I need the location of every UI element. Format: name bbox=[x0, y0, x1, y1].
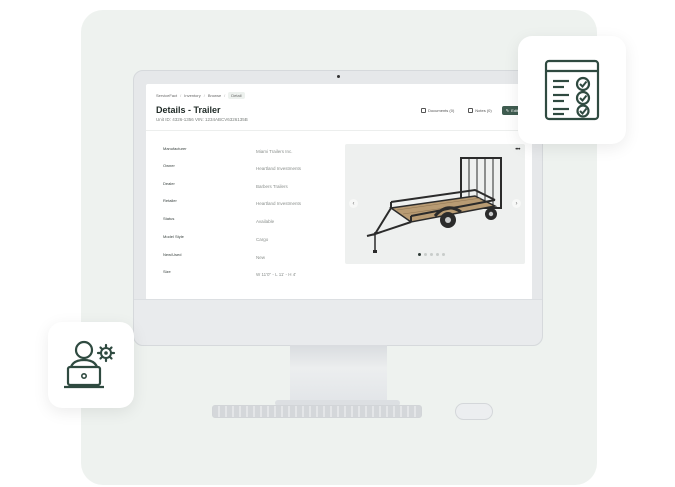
gallery-dot[interactable] bbox=[418, 253, 421, 256]
field-value-status: Available bbox=[256, 219, 275, 224]
documents-button[interactable]: Documents (0) bbox=[417, 106, 458, 115]
monitor: ServiceFact / Inventory / Browse / Detai… bbox=[133, 70, 543, 346]
field-value-new-used: New bbox=[256, 255, 266, 260]
edit-label: Edit bbox=[511, 108, 518, 113]
breadcrumb-current: Detail bbox=[228, 92, 245, 99]
field-label-manufacturer: Manufacturer bbox=[163, 146, 187, 151]
field-label-owner: Owner bbox=[163, 163, 175, 168]
user-settings-card bbox=[48, 322, 134, 408]
field-label-size: Size bbox=[163, 269, 171, 274]
breadcrumb-item[interactable]: Browse bbox=[208, 93, 221, 98]
field-value-owner: Heartland Investments bbox=[256, 166, 302, 171]
field-label-model-style: Model Style bbox=[163, 234, 184, 239]
field-label-status: Status bbox=[163, 216, 175, 221]
breadcrumb-separator: / bbox=[180, 93, 182, 98]
gallery-pagination bbox=[418, 253, 445, 256]
field-label-dealer: Dealer bbox=[163, 181, 175, 186]
hero-illustration: ServiceFact / Inventory / Browse / Detai… bbox=[0, 0, 675, 487]
gallery-dot[interactable] bbox=[442, 253, 445, 256]
field-label-new-used: New/Used bbox=[163, 252, 182, 257]
action-bar: Documents (0) Notes (0) ✎ Edit bbox=[417, 106, 522, 115]
gallery-dot[interactable] bbox=[436, 253, 439, 256]
field-label-retailer: Retailer bbox=[163, 198, 177, 203]
monitor-chin bbox=[134, 299, 542, 345]
keyboard bbox=[212, 405, 422, 418]
breadcrumb-separator: / bbox=[224, 93, 226, 98]
mouse bbox=[455, 403, 493, 420]
notes-label: Notes (0) bbox=[475, 108, 492, 113]
pencil-icon: ✎ bbox=[505, 108, 510, 113]
screen: ServiceFact / Inventory / Browse / Detai… bbox=[146, 84, 532, 300]
trailer-image bbox=[366, 157, 502, 253]
field-value-size: W 11'0" - L 11' - H 4' bbox=[256, 272, 297, 277]
user-laptop-settings-icon bbox=[64, 340, 116, 389]
header-divider bbox=[146, 130, 532, 131]
notes-button[interactable]: Notes (0) bbox=[464, 106, 495, 115]
image-gallery[interactable]: ••• ‹ › bbox=[345, 144, 525, 264]
page-subtitle: Unit ID: 4326-1356 VIN: 1234ABCV6326135B bbox=[156, 117, 248, 122]
checklist-card bbox=[518, 36, 626, 144]
field-value-model-style: Cargo bbox=[256, 237, 269, 242]
field-value-retailer: Heartland Investments bbox=[256, 201, 302, 206]
checklist-icon bbox=[544, 59, 600, 121]
field-value-manufacturer: Miami Trailers Inc. bbox=[256, 149, 293, 154]
document-icon bbox=[421, 108, 427, 113]
field-value-dealer: Barbers Trailers bbox=[256, 184, 288, 189]
breadcrumb-item[interactable]: Inventory bbox=[184, 93, 200, 98]
gallery-dot[interactable] bbox=[424, 253, 427, 256]
notes-icon bbox=[468, 108, 474, 113]
breadcrumb-item[interactable]: ServiceFact bbox=[156, 93, 177, 98]
documents-label: Documents (0) bbox=[428, 108, 455, 113]
breadcrumb-separator: / bbox=[203, 93, 205, 98]
breadcrumb: ServiceFact / Inventory / Browse / Detai… bbox=[156, 92, 245, 99]
page-title: Details - Trailer bbox=[156, 105, 221, 115]
gallery-dot[interactable] bbox=[430, 253, 433, 256]
camera bbox=[337, 75, 340, 78]
monitor-stand bbox=[290, 345, 387, 403]
